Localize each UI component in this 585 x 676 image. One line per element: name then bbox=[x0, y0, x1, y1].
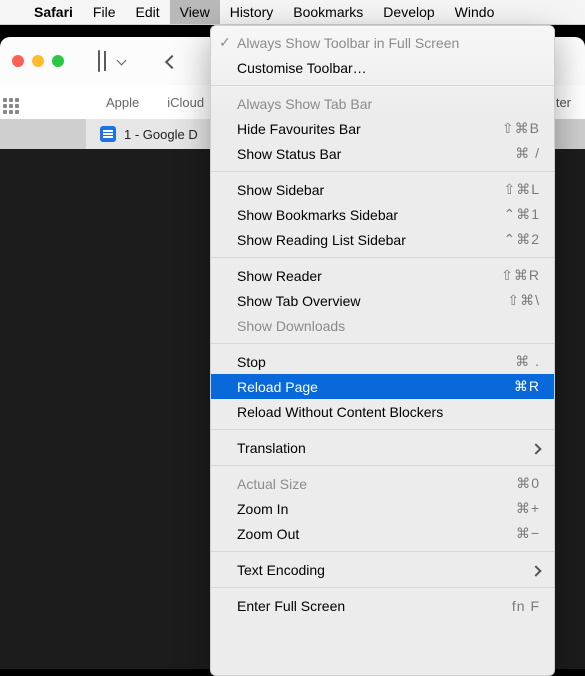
menubar-item-file[interactable]: File bbox=[83, 0, 126, 24]
system-menubar: Safari File Edit View History Bookmarks … bbox=[0, 0, 585, 25]
menu-item-label: Show Reader bbox=[237, 268, 501, 284]
chevron-left-icon bbox=[165, 55, 179, 69]
grid-icon bbox=[3, 98, 19, 114]
menu-item-reload-without-content-blockers[interactable]: Reload Without Content Blockers bbox=[211, 399, 554, 424]
menu-item-show-status-bar[interactable]: Show Status Bar⌘ / bbox=[211, 141, 554, 166]
menubar-item-history[interactable]: History bbox=[220, 0, 284, 24]
menu-item-stop[interactable]: Stop⌘ . bbox=[211, 349, 554, 374]
menu-item-label: Show Bookmarks Sidebar bbox=[237, 207, 503, 223]
menu-item-label: Reload Without Content Blockers bbox=[237, 404, 540, 420]
menu-shortcut: ⌘ . bbox=[515, 353, 540, 370]
sidebar-menu-button[interactable] bbox=[114, 50, 129, 72]
menu-item-label: Text Encoding bbox=[237, 562, 532, 578]
menu-item-label: Show Sidebar bbox=[237, 182, 503, 198]
menu-shortcut: ⇧⌘\ bbox=[507, 292, 540, 309]
menu-item-label: Show Reading List Sidebar bbox=[237, 232, 503, 248]
menu-item-label: Show Tab Overview bbox=[237, 293, 507, 309]
menu-separator bbox=[211, 587, 554, 588]
menu-separator bbox=[211, 465, 554, 466]
view-menu-list: ✓ Always Show Toolbar in Full Screen Custo… bbox=[211, 26, 554, 622]
menu-separator bbox=[211, 551, 554, 552]
menubar-item-window[interactable]: Windo bbox=[445, 0, 505, 24]
menu-shortcut: ⌘+ bbox=[516, 500, 540, 517]
menu-separator bbox=[211, 429, 554, 430]
menu-item-label: Show Status Bar bbox=[237, 146, 515, 162]
menu-shortcut: ⇧⌘B bbox=[502, 120, 540, 137]
back-button[interactable] bbox=[163, 50, 181, 72]
menubar-item-view[interactable]: View bbox=[170, 0, 220, 24]
menu-item-always-show-tab-bar: Always Show Tab Bar bbox=[211, 91, 554, 116]
menubar-item-bookmarks[interactable]: Bookmarks bbox=[283, 0, 373, 24]
sidebar-icon bbox=[98, 50, 100, 72]
menu-item-label: Show Downloads bbox=[237, 318, 540, 334]
chevron-down-icon bbox=[117, 56, 127, 66]
menu-item-show-downloads: Show Downloads bbox=[211, 313, 554, 338]
menu-separator bbox=[211, 257, 554, 258]
menu-item-show-bookmarks-sidebar[interactable]: Show Bookmarks Sidebar⌃⌘1 bbox=[211, 202, 554, 227]
menu-item-label: Always Show Tab Bar bbox=[237, 96, 540, 112]
menu-shortcut: ⌘0 bbox=[516, 475, 540, 492]
minimize-window-button[interactable] bbox=[32, 55, 44, 67]
menubar-item-develop[interactable]: Develop bbox=[373, 0, 444, 24]
menu-shortcut: ⇧⌘R bbox=[501, 267, 540, 284]
menu-item-label: Actual Size bbox=[237, 476, 516, 492]
menu-item-zoom-out[interactable]: Zoom Out⌘− bbox=[211, 521, 554, 546]
google-docs-icon bbox=[100, 126, 116, 142]
menu-item-translation[interactable]: Translation bbox=[211, 435, 554, 460]
menu-item-label: Zoom Out bbox=[237, 526, 516, 542]
menu-item-show-reader[interactable]: Show Reader⇧⌘R bbox=[211, 263, 554, 288]
menu-item-customise-toolbar[interactable]: Customise Toolbar… bbox=[211, 55, 554, 80]
menu-item-label: Customise Toolbar… bbox=[237, 60, 540, 76]
menu-shortcut: ⌘− bbox=[516, 525, 540, 542]
submenu-arrow-icon bbox=[532, 562, 540, 578]
menu-item-label: Always Show Toolbar in Full Screen bbox=[237, 35, 540, 51]
window-controls bbox=[12, 55, 64, 67]
sidebar-toggle-button[interactable] bbox=[94, 50, 104, 72]
menu-shortcut: fn F bbox=[512, 598, 540, 614]
menu-item-label: Stop bbox=[237, 354, 515, 370]
menu-item-zoom-in[interactable]: Zoom In⌘+ bbox=[211, 496, 554, 521]
menu-item-actual-size: Actual Size⌘0 bbox=[211, 471, 554, 496]
close-window-button[interactable] bbox=[12, 55, 24, 67]
menubar-item-edit[interactable]: Edit bbox=[125, 0, 169, 24]
submenu-arrow-icon bbox=[532, 440, 540, 456]
menu-shortcut: ⇧⌘L bbox=[503, 181, 540, 198]
menu-item-always-show-toolbar-in-full-screen: ✓ Always Show Toolbar in Full Screen bbox=[211, 30, 554, 55]
menu-item-label: Reload Page bbox=[237, 379, 514, 395]
menu-shortcut: ⌘ / bbox=[515, 145, 540, 162]
menu-item-show-reading-list-sidebar[interactable]: Show Reading List Sidebar⌃⌘2 bbox=[211, 227, 554, 252]
menu-item-label: Zoom In bbox=[237, 501, 516, 517]
apps-grid-button[interactable] bbox=[0, 90, 22, 114]
favorites-link-icloud[interactable]: iCloud bbox=[153, 95, 218, 110]
menu-item-label: Translation bbox=[237, 440, 532, 456]
tab-title: 1 - Google D bbox=[124, 127, 198, 142]
menubar-app[interactable]: Safari bbox=[24, 0, 83, 24]
menu-item-enter-full-screen[interactable]: Enter Full Screenfn F bbox=[211, 593, 554, 618]
menu-separator bbox=[211, 343, 554, 344]
menu-item-show-tab-overview[interactable]: Show Tab Overview⇧⌘\ bbox=[211, 288, 554, 313]
tab-google-doc[interactable]: 1 - Google D bbox=[86, 119, 212, 149]
check-icon: ✓ bbox=[219, 34, 231, 51]
zoom-window-button[interactable] bbox=[52, 55, 64, 67]
favorites-link-apple[interactable]: Apple bbox=[92, 95, 153, 110]
menu-shortcut: ⌃⌘1 bbox=[503, 206, 540, 223]
menu-item-reload-page[interactable]: Reload Page⌘R bbox=[211, 374, 554, 399]
menu-item-label: Enter Full Screen bbox=[237, 598, 512, 614]
view-menu-dropdown: ✓ Always Show Toolbar in Full Screen Custo… bbox=[210, 25, 555, 676]
menu-shortcut: ⌘R bbox=[514, 378, 540, 395]
menu-item-hide-favourites-bar[interactable]: Hide Favourites Bar⇧⌘B bbox=[211, 116, 554, 141]
menu-item-show-sidebar[interactable]: Show Sidebar⇧⌘L bbox=[211, 177, 554, 202]
menu-shortcut: ⌃⌘2 bbox=[503, 231, 540, 248]
menu-separator bbox=[211, 85, 554, 86]
menu-item-text-encoding[interactable]: Text Encoding bbox=[211, 557, 554, 582]
menu-separator bbox=[211, 171, 554, 172]
menu-item-label: Hide Favourites Bar bbox=[237, 121, 502, 137]
